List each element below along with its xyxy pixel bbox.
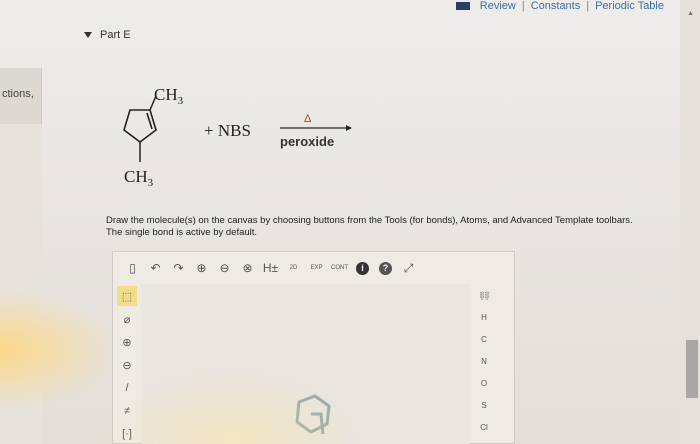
new-document-icon[interactable]: ▯ — [123, 259, 142, 278]
help-button[interactable]: ? — [376, 259, 395, 278]
separator: | — [586, 0, 590, 12]
contract-icon[interactable]: CONT — [330, 259, 349, 278]
methyl-top: CH3 — [154, 85, 184, 107]
eraser-icon[interactable]: ⌀ — [117, 309, 137, 329]
periodic-table-link[interactable]: Periodic Table — [595, 0, 664, 12]
scrollbar-thumb[interactable] — [686, 340, 698, 398]
redo-icon[interactable]: ↷ — [169, 259, 188, 278]
periodic-table-icon[interactable]: ⁝|⁝⁝|⁝ — [479, 288, 490, 302]
constants-link[interactable]: Constants — [531, 0, 581, 12]
editor-left-toolbar: ⬚ ⌀ ⊕ ⊖ / ≠ [·] — [113, 284, 141, 444]
info-icon: i — [356, 261, 369, 275]
atom-n[interactable]: N — [481, 354, 487, 368]
molecule-editor: ▯ ↶ ↷ ⊕ ⊖ ⊗ H± 2D EXP CONT i ? ⤢ ⬚ ⌀ ⊕ ⊖… — [112, 251, 515, 444]
scrollbar-track[interactable]: ▲ — [680, 0, 700, 444]
left-nav-label: ctions, — [2, 88, 34, 100]
atom-o[interactable]: O — [481, 376, 487, 390]
multi-bond-icon[interactable]: ≠ — [117, 401, 137, 421]
editor-top-toolbar: ▯ ↶ ↷ ⊕ ⊖ ⊗ H± 2D EXP CONT i ? ⤢ — [113, 252, 514, 284]
arrowhead — [346, 125, 352, 131]
cyclopentene-ring — [123, 109, 157, 143]
part-header[interactable]: Part E — [84, 29, 131, 41]
reaction-scheme: CH3 CH3 + NBS Δ peroxide — [123, 85, 352, 189]
separator: | — [521, 0, 525, 12]
zoom-out-icon[interactable]: ⊖ — [215, 259, 234, 278]
zoom-in-icon[interactable]: ⊕ — [192, 259, 211, 278]
negative-charge-icon[interactable]: ⊖ — [117, 355, 137, 375]
explicit-icon[interactable]: EXP — [307, 259, 326, 278]
bracket-icon[interactable]: [·] — [117, 424, 137, 444]
heat-symbol: Δ — [304, 113, 312, 125]
drawing-canvas[interactable] — [141, 284, 469, 444]
methyl-bottom: CH3 — [124, 167, 154, 189]
clear-icon[interactable]: ⊗ — [238, 259, 257, 278]
glare — [0, 290, 120, 410]
reagent-nbs: + NBS — [204, 121, 251, 140]
part-title: Part E — [100, 29, 131, 41]
template-2d-icon[interactable]: 2D — [284, 259, 303, 278]
instructions: Draw the molecule(s) on the canvas by ch… — [106, 215, 633, 238]
atom-cl[interactable]: Cl — [480, 420, 488, 434]
atom-c[interactable]: C — [481, 332, 487, 346]
undo-icon[interactable]: ↶ — [146, 259, 165, 278]
help-icon: ? — [379, 261, 392, 275]
atom-h[interactable]: H — [481, 310, 487, 324]
expand-icon[interactable]: ⤢ — [399, 259, 418, 278]
left-nav-tab[interactable]: ctions, — [0, 68, 42, 124]
atoms-toolbar: ⁝|⁝⁝|⁝ H C N O S Cl — [470, 280, 498, 444]
hydrogen-icon[interactable]: H± — [261, 259, 280, 278]
condition-peroxide: peroxide — [280, 134, 334, 149]
collapse-triangle-icon[interactable] — [84, 32, 92, 38]
positive-charge-icon[interactable]: ⊕ — [117, 332, 137, 352]
atom-s[interactable]: S — [481, 398, 486, 412]
info-button[interactable]: i — [353, 259, 372, 278]
header-links: Review | Constants | Periodic Table — [455, 0, 664, 12]
template-ring-icon[interactable] — [285, 392, 345, 442]
scroll-up-icon[interactable]: ▲ — [687, 10, 694, 17]
select-icon[interactable]: ⬚ — [117, 286, 137, 306]
review-icon — [455, 2, 470, 10]
single-bond-icon[interactable]: / — [117, 378, 137, 398]
review-link[interactable]: Review — [480, 0, 516, 12]
